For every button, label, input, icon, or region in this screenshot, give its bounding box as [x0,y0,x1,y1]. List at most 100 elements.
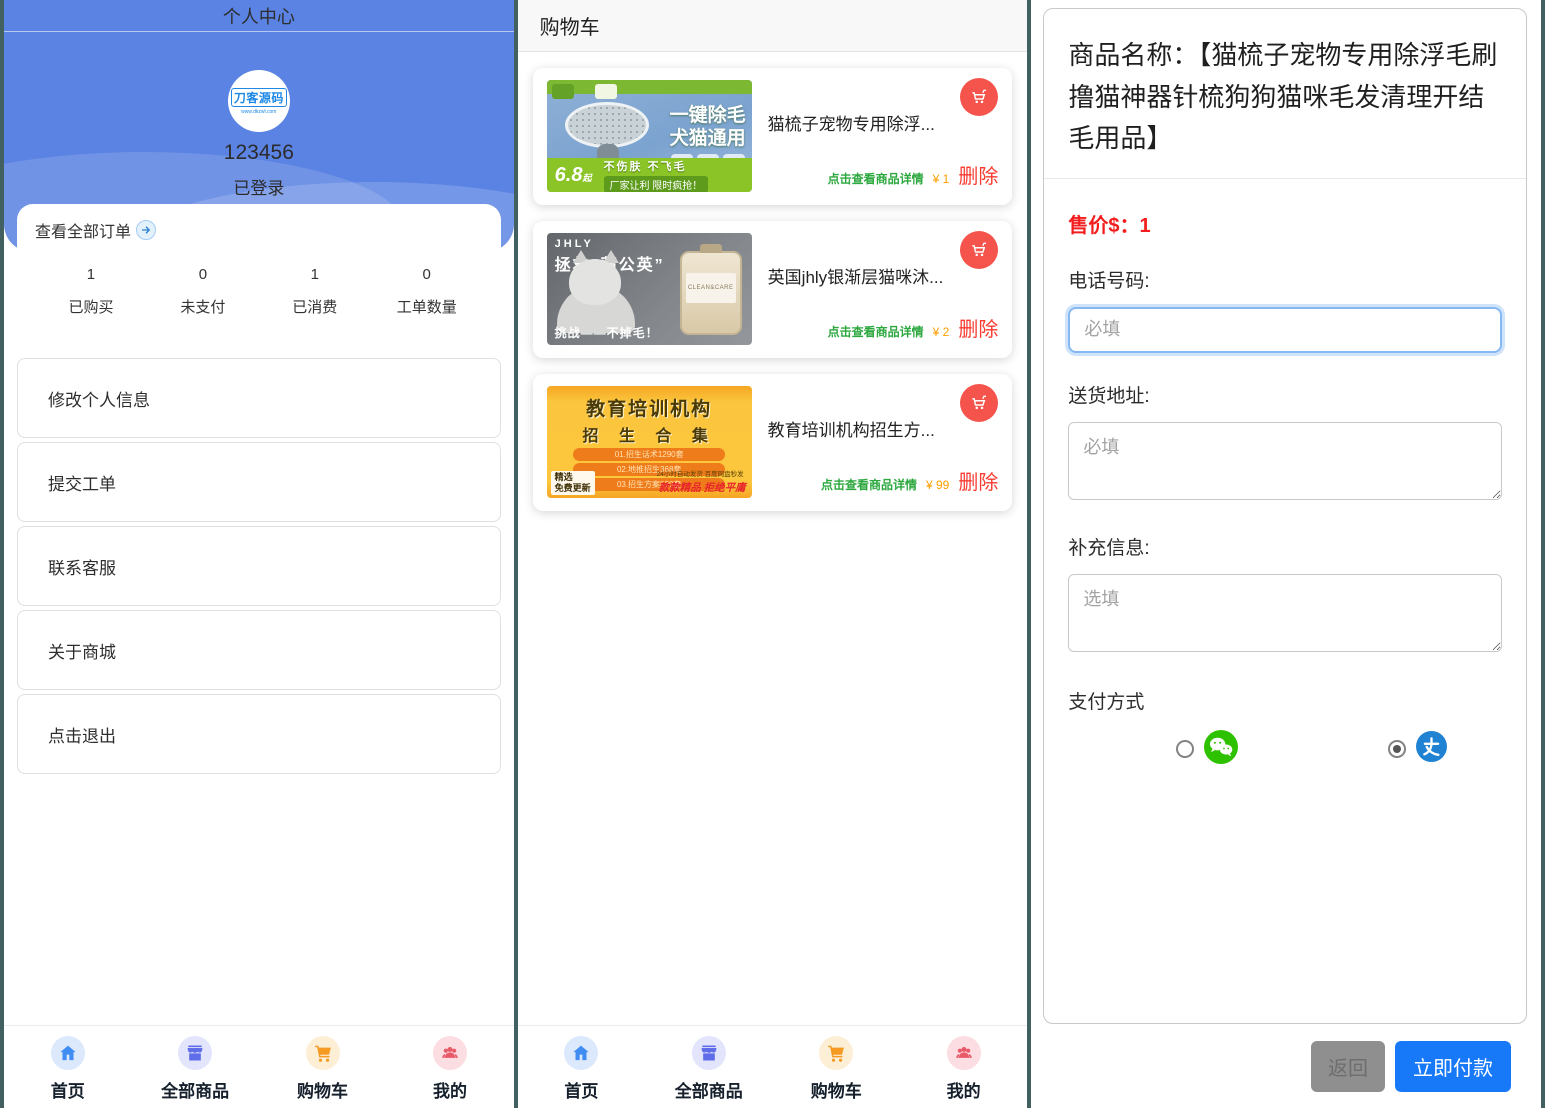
extra-info-label: 补充信息: [1068,533,1502,560]
menu-item-about-mall[interactable]: 关于商城 [17,610,501,690]
thumb-price: 6.8 [555,164,583,186]
extra-info-textarea[interactable] [1068,574,1502,652]
login-status: 已登录 [4,174,514,199]
tab-label: 首页 [564,1077,598,1102]
cart-title: 购物车 [518,0,1028,52]
order-stats: 1 已购买 0 未支付 1 已消费 0 工单数量 [35,266,483,317]
thumb-sub-1: 不伤肤 不飞毛 [604,158,709,174]
product-name-label: 商品名称： [1068,40,1198,70]
order-footer: 返回 立即付款 [1031,1024,1541,1108]
back-button[interactable]: 返回 [1311,1041,1385,1092]
stat-tickets: 0 工单数量 [371,266,483,317]
stat-purchased: 1 已购买 [35,266,147,317]
arrow-right-icon [136,220,156,240]
tab-label: 全部商品 [675,1077,743,1102]
delete-button[interactable]: 删除 [958,313,998,342]
thumb-brand: JHLY [555,238,594,250]
pay-now-button[interactable]: 立即付款 [1395,1041,1511,1092]
cart-icon [819,1036,853,1070]
tab-all-products[interactable]: 全部商品 [645,1026,772,1108]
thumb-foot-right: 款款精品 拒绝平庸 [659,480,746,495]
cart-panel: 购物车 一键除毛 犬猫通用 6.8起 不伤肤 不飞毛 [518,0,1028,1108]
menu-item-logout[interactable]: 点击退出 [17,694,501,774]
payment-option-alipay[interactable] [1388,731,1447,767]
view-all-orders-label: 查看全部订单 [35,218,131,242]
cart-list: 一键除毛 犬猫通用 6.8起 不伤肤 不飞毛 厂家让利 限时疯抢！ [518,52,1028,511]
tab-all-products[interactable]: 全部商品 [131,1026,258,1108]
page-title: 个人中心 [4,0,514,32]
tab-home[interactable]: 首页 [4,1026,131,1108]
tab-mine[interactable]: 我的 [386,1026,513,1108]
profile-menu: 修改个人信息 提交工单 联系客服 关于商城 点击退出 [4,358,514,774]
currency-symbol: ¥ [933,325,940,339]
stat-consumed: 1 已消费 [259,266,371,317]
address-label: 送货地址: [1068,381,1502,408]
tab-cart[interactable]: 购物车 [773,1026,900,1108]
app: 个人中心 刀客源码 www.dkzwl.com 123456 已登录 查看全部订… [0,0,1545,1108]
avatar[interactable]: 刀客源码 www.dkzwl.com [228,70,290,132]
stat-label: 工单数量 [371,296,483,317]
product-image[interactable]: 教育培训机构 招 生 合 集 01.招生话术1290套 02.地推招生368套 … [547,386,752,498]
stat-label: 已消费 [259,296,371,317]
thumb-foot-left-2: 免费更新 [555,483,591,493]
product-price: 1 [943,172,950,186]
divider [1044,178,1526,179]
currency-symbol: ¥ [926,478,933,492]
sale-price: 售价$：1 [1068,209,1502,238]
username: 123456 [4,141,514,165]
people-icon [433,1036,467,1070]
cart-item-pet-comb: 一键除毛 犬猫通用 6.8起 不伤肤 不飞毛 厂家让利 限时疯抢！ [533,68,1013,205]
menu-item-contact-support[interactable]: 联系客服 [17,526,501,606]
wechat-icon [1204,730,1238,769]
thumb-price-suffix: 起 [582,173,591,183]
avatar-logo-url: www.dkzwl.com [241,109,276,115]
product-image[interactable]: 一键除毛 犬猫通用 6.8起 不伤肤 不飞毛 厂家让利 限时疯抢！ [547,80,752,192]
delete-button[interactable]: 删除 [958,160,998,189]
view-detail-link[interactable]: 点击查看商品详情 [828,323,924,340]
home-icon [51,1036,85,1070]
product-image[interactable]: JHLY 拯救“蒲公英” CLEAN&CARE 挑战——不掉毛！ [547,233,752,345]
tab-label: 全部商品 [161,1077,229,1102]
stat-value: 0 [147,266,259,283]
thumb-headline-1: 教育培训机构 [547,394,752,421]
view-detail-link[interactable]: 点击查看商品详情 [828,170,924,187]
alipay-radio[interactable] [1388,740,1406,758]
thumb-foot-left-1: 精选 [555,472,573,482]
thumb-headline-2: 招 生 合 集 [547,422,752,446]
bottle-label: CLEAN&CARE [686,273,736,303]
delete-button[interactable]: 删除 [958,466,998,495]
tab-cart[interactable]: 购物车 [259,1026,386,1108]
product-title: 教育培训机构招生方... [768,416,999,441]
order-card: 商品名称：【猫梳子宠物专用除浮毛刷撸猫神器针梳狗狗猫咪毛发清理开结毛用品】 售价… [1043,8,1527,1024]
phone-input[interactable] [1068,307,1502,353]
currency-symbol: ¥ [933,172,940,186]
people-icon [947,1036,981,1070]
product-title: 英国jhly银渐层猫咪沐... [768,263,999,288]
address-textarea[interactable] [1068,422,1502,500]
tab-label: 购物车 [297,1077,348,1102]
thumb-sub-2: 厂家让利 限时疯抢！ [604,176,709,193]
tab-label: 购物车 [811,1077,862,1102]
view-all-orders-link[interactable]: 查看全部订单 [35,218,483,242]
cart-item-education: 教育培训机构 招 生 合 集 01.招生话术1290套 02.地推招生368套 … [533,374,1013,511]
view-detail-link[interactable]: 点击查看商品详情 [821,476,917,493]
cart-item-cat-shampoo: JHLY 拯救“蒲公英” CLEAN&CARE 挑战——不掉毛！ 英国jhly银… [533,221,1013,358]
profile-panel: 个人中心 刀客源码 www.dkzwl.com 123456 已登录 查看全部订… [4,0,514,1108]
sale-price-value: 1 [1139,215,1150,237]
payment-option-wechat[interactable] [1176,730,1238,769]
tab-home[interactable]: 首页 [518,1026,645,1108]
product-price: 99 [936,478,949,492]
menu-item-submit-ticket[interactable]: 提交工单 [17,442,501,522]
stat-label: 未支付 [147,296,259,317]
menu-item-edit-profile[interactable]: 修改个人信息 [17,358,501,438]
product-price: 2 [943,325,950,339]
order-panel: 商品名称：【猫梳子宠物专用除浮毛刷撸猫神器针梳狗狗猫咪毛发清理开结毛用品】 售价… [1031,0,1541,1108]
stat-label: 已购买 [35,296,147,317]
stat-value: 1 [259,266,371,283]
wechat-radio[interactable] [1176,740,1194,758]
stat-unpaid: 0 未支付 [147,266,259,317]
tab-mine[interactable]: 我的 [900,1026,1027,1108]
thumb-bottom-text: 挑战——不掉毛！ [555,324,659,341]
tabbar: 首页 全部商品 购物车 我的 [518,1025,1028,1108]
orders-card: 查看全部订单 1 已购买 0 未支付 1 已消费 [17,204,501,341]
